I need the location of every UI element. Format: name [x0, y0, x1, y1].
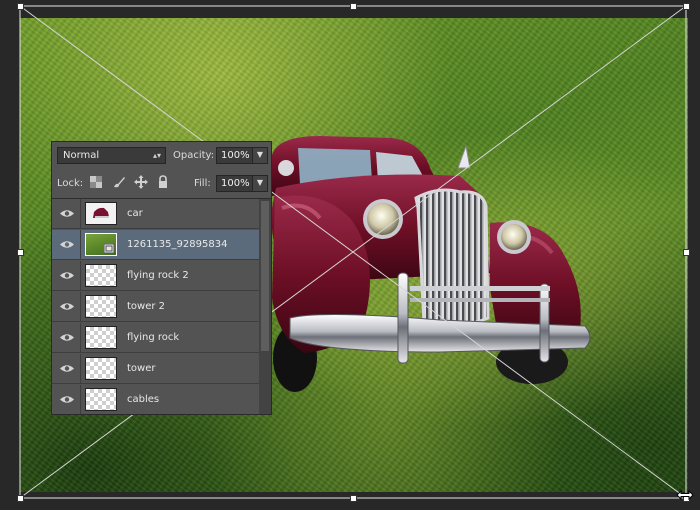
layer-name: flying rock 2	[127, 270, 189, 281]
eye-icon	[60, 272, 74, 279]
layers-scrollbar[interactable]	[259, 199, 271, 414]
transform-handle-middle-left[interactable]	[17, 249, 24, 256]
eye-icon	[60, 210, 74, 217]
visibility-toggle[interactable]	[52, 323, 81, 353]
lock-image-pixels-icon[interactable]	[112, 175, 126, 189]
opacity-dropdown-button[interactable]: ▼	[252, 147, 268, 164]
layer-row[interactable]: tower	[52, 354, 259, 384]
eye-icon	[60, 365, 74, 372]
layer-row[interactable]: car	[52, 199, 259, 229]
visibility-toggle[interactable]	[52, 199, 81, 229]
transform-handle-middle-right[interactable]	[683, 249, 690, 256]
transparent-layer-thumbnail	[85, 388, 117, 411]
layer-row[interactable]: tower 2	[52, 292, 259, 322]
layers-list: car 1261135_92895834 flying rock 2 tower…	[52, 199, 259, 414]
lock-all-icon[interactable]	[156, 175, 170, 189]
blend-mode-dropdown[interactable]: Normal ▴▾	[57, 147, 166, 164]
scrollbar-thumb[interactable]	[261, 201, 269, 351]
transparent-layer-thumbnail	[85, 357, 117, 380]
visibility-toggle[interactable]	[52, 230, 81, 260]
transparent-layer-thumbnail	[85, 295, 117, 318]
eye-icon	[60, 334, 74, 341]
grass-layer-thumbnail	[85, 233, 117, 256]
visibility-toggle[interactable]	[52, 292, 81, 322]
transform-handle-top-right[interactable]	[683, 3, 690, 10]
fill-dropdown-button[interactable]: ▼	[252, 175, 268, 192]
layer-row[interactable]: cables	[52, 385, 259, 414]
opacity-label: Opacity:	[173, 150, 215, 161]
layer-row-active[interactable]: 1261135_92895834	[52, 230, 259, 260]
fill-label: Fill:	[194, 178, 211, 189]
up-down-arrows-icon: ▴▾	[152, 151, 161, 160]
blend-mode-value: Normal	[63, 150, 100, 161]
layer-name: car	[127, 208, 143, 219]
layer-name: tower 2	[127, 301, 166, 312]
layers-panel: Normal ▴▾ Opacity: 100% ▼ Lock: Fill: 10…	[51, 141, 272, 415]
transform-handle-bottom-left[interactable]	[17, 495, 24, 502]
eye-icon	[60, 396, 74, 403]
transform-handle-bottom-center[interactable]	[350, 495, 357, 502]
layers-panel-lock-row: Lock: Fill: 100% ▼	[52, 170, 271, 199]
layer-name: flying rock	[127, 332, 180, 343]
lock-position-icon[interactable]	[134, 175, 148, 189]
chevron-down-icon: ▼	[256, 178, 264, 187]
layer-name: cables	[127, 394, 160, 405]
transparent-layer-thumbnail	[85, 326, 117, 349]
visibility-toggle[interactable]	[52, 261, 81, 291]
transform-handle-top-left[interactable]	[17, 3, 24, 10]
transparent-layer-thumbnail	[85, 264, 117, 287]
eye-icon	[60, 241, 74, 248]
resize-cursor-icon	[676, 489, 694, 501]
lock-label: Lock:	[57, 178, 84, 189]
visibility-toggle[interactable]	[52, 385, 81, 414]
layer-name: 1261135_92895834	[127, 239, 228, 250]
eye-icon	[60, 303, 74, 310]
layer-name: tower	[127, 363, 156, 374]
opacity-input[interactable]: 100%	[216, 147, 253, 164]
layers-panel-top-row: Normal ▴▾ Opacity: 100% ▼	[52, 142, 271, 171]
layer-row[interactable]: flying rock 2	[52, 261, 259, 291]
lock-transparent-pixels-icon[interactable]	[89, 175, 103, 189]
fill-input[interactable]: 100%	[216, 175, 253, 192]
transform-handle-top-center[interactable]	[350, 3, 357, 10]
chevron-down-icon: ▼	[256, 150, 264, 159]
car-layer-thumbnail	[85, 202, 117, 225]
layer-row[interactable]: flying rock	[52, 323, 259, 353]
visibility-toggle[interactable]	[52, 354, 81, 384]
